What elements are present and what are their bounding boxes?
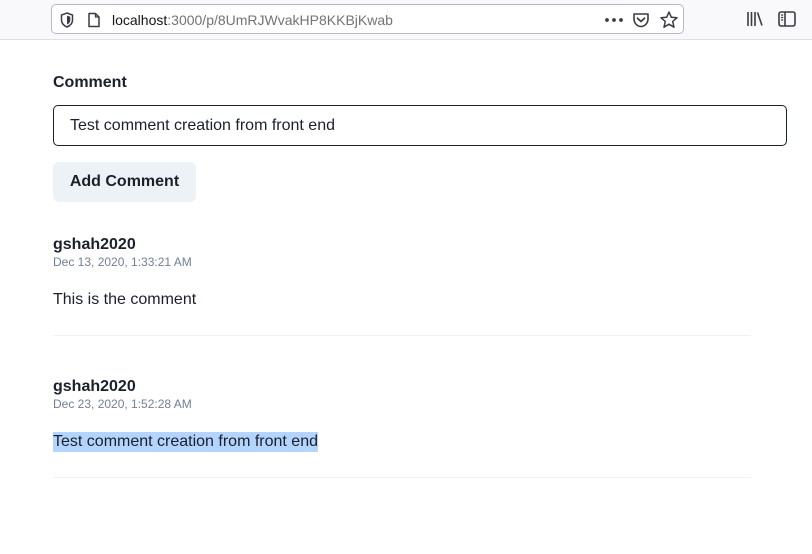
add-comment-button[interactable]: Add Comment [53,162,196,202]
bookmark-star-icon[interactable] [659,10,679,30]
comment-item: gshah2020 Dec 23, 2020, 1:52:28 AM Test … [53,377,751,478]
pocket-icon[interactable] [632,11,650,29]
browser-toolbar: localhost:3000/p/8UmRJWvakHP8KKBjKwab [0,0,812,40]
address-bar[interactable]: localhost:3000/p/8UmRJWvakHP8KKBjKwab [51,4,684,34]
comment-body: This is the comment [53,291,197,308]
comment-body-selected: Test comment creation from front end [53,432,318,452]
url-path: :3000/p/8UmRJWvakHP8KKBjKwab [167,12,393,28]
url-host: localhost [112,12,168,28]
page-actions-more-icon[interactable] [603,11,625,29]
comment-date: Dec 23, 2020, 1:52:28 AM [53,397,192,411]
comment-date: Dec 13, 2020, 1:33:21 AM [53,255,192,269]
url-text[interactable]: localhost:3000/p/8UmRJWvakHP8KKBjKwab [112,12,393,28]
tracking-protection-shield-icon[interactable] [60,12,74,28]
page-info-icon[interactable] [87,12,101,28]
comment-input[interactable] [53,105,787,146]
library-icon[interactable] [745,10,765,28]
comment-label: Comment [53,74,127,91]
comment-author: gshah2020 [53,236,136,253]
comment-item: gshah2020 Dec 13, 2020, 1:33:21 AM This … [53,235,751,336]
sidebar-toggle-icon[interactable] [777,10,797,28]
comment-author: gshah2020 [53,378,136,395]
